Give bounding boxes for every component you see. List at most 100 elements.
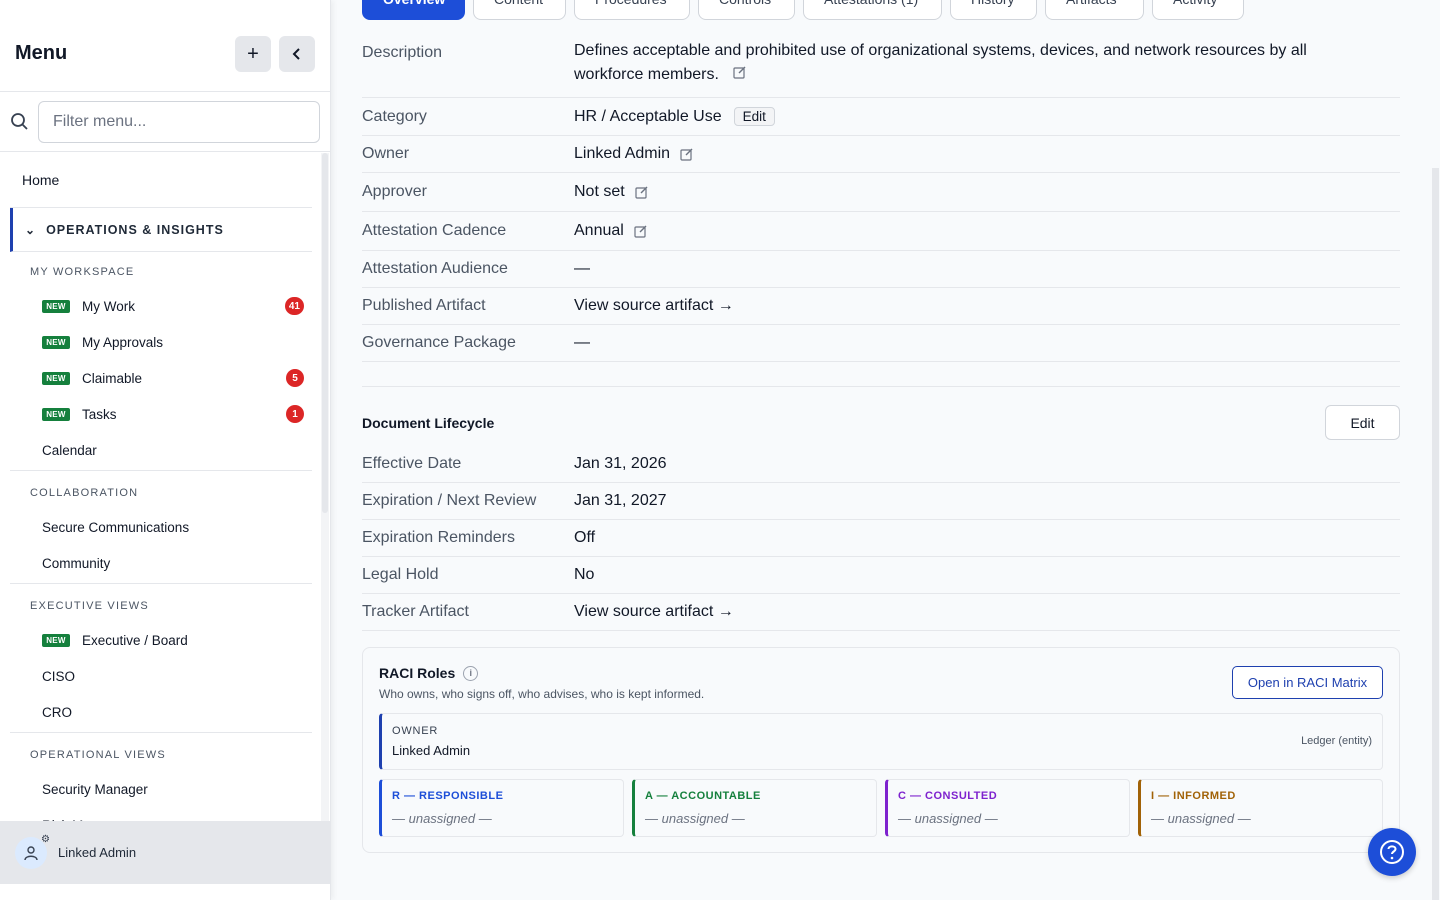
role-value: — unassigned — (645, 811, 745, 826)
tab-artifacts[interactable]: Artifacts (1045, 0, 1144, 20)
role-value: — unassigned — (898, 811, 998, 826)
new-badge: NEW (42, 371, 70, 385)
pencil-square-icon[interactable] (635, 185, 649, 199)
lifecycle-title: Document Lifecycle (362, 414, 495, 431)
detail-label: Approver (362, 183, 427, 200)
detail-row-audience: Attestation Audience — (362, 251, 1400, 288)
description-text: Defines acceptable and prohibited use of… (574, 42, 1307, 83)
details-list: Description Defines acceptable and prohi… (362, 38, 1400, 362)
sidebar-item-home[interactable]: Home (10, 153, 312, 208)
detail-row-published-artifact: Published Artifact View source artifact … (362, 288, 1400, 325)
count-badge: 5 (286, 369, 304, 387)
category-text: HR / Acceptable Use (574, 107, 722, 125)
role-card-informed[interactable]: I — INFORMED — unassigned — (1138, 779, 1383, 837)
divider (10, 583, 312, 584)
detail-value: Jan 31, 2027 (574, 492, 667, 509)
tab-procedures[interactable]: Procedures (574, 0, 690, 20)
info-icon[interactable]: i (463, 665, 479, 681)
new-badge: NEW (42, 633, 70, 647)
published-artifact-link[interactable]: View source artifact → (574, 297, 734, 315)
section-operations-insights[interactable]: ⌄ OPERATIONS & INSIGHTS (10, 208, 312, 252)
divider (10, 470, 312, 471)
lifecycle-row-effective: Effective Date Jan 31, 2026 (362, 446, 1400, 483)
sidebar-item-secure-communications[interactable]: Secure Communications (10, 509, 312, 545)
sidebar-item-community[interactable]: Community (10, 545, 312, 581)
avatar: ⚙ (15, 834, 50, 869)
detail-value: Defines acceptable and prohibited use of… (574, 39, 1374, 87)
sidebar-item-calendar[interactable]: Calendar (10, 432, 312, 468)
role-card-accountable[interactable]: A — ACCOUNTABLE — unassigned — (632, 779, 877, 837)
role-card-responsible[interactable]: R — RESPONSIBLE — unassigned — (379, 779, 624, 837)
add-button[interactable]: + (235, 36, 271, 72)
detail-label: Legal Hold (362, 566, 439, 583)
sidebar-item-label: Executive / Board (82, 632, 188, 648)
detail-value: — (574, 260, 590, 277)
detail-label: Owner (362, 145, 410, 162)
tab-history[interactable]: History (950, 0, 1037, 20)
search-icon (11, 112, 28, 130)
sidebar-item-my-approvals[interactable]: NEW My Approvals (10, 324, 312, 360)
filter-menu-input[interactable] (38, 100, 320, 143)
pencil-square-icon[interactable] (680, 147, 694, 161)
detail-label: Published Artifact (362, 297, 486, 314)
detail-value: Jan 31, 2026 (574, 455, 667, 472)
new-badge: NEW (42, 407, 70, 421)
detail-label: Governance Package (362, 334, 516, 351)
sidebar-item-ciso[interactable]: CISO (10, 658, 312, 694)
detail-row-cadence: Attestation Cadence Annual (362, 212, 1400, 251)
sidebar-item-my-work[interactable]: NEW My Work 41 (10, 288, 312, 324)
detail-value: Annual (574, 222, 648, 240)
owner-card-value: Linked Admin (392, 743, 471, 758)
detail-row-description: Description Defines acceptable and prohi… (362, 38, 1400, 98)
user-icon (24, 845, 38, 860)
sidebar-item-executive-board[interactable]: NEW Executive / Board (10, 622, 312, 658)
tracker-artifact-link[interactable]: View source artifact → (574, 603, 734, 621)
page-scrollbar[interactable] (1432, 168, 1439, 900)
group-collaboration: COLLABORATION (30, 487, 139, 499)
footer-user-name: Linked Admin (58, 845, 137, 860)
tab-controls[interactable]: Controls (698, 0, 795, 20)
role-card-consulted[interactable]: C — CONSULTED — unassigned — (885, 779, 1130, 837)
detail-label: Attestation Cadence (362, 222, 507, 239)
new-badge: NEW (42, 299, 70, 313)
tab-content[interactable]: Content (473, 0, 566, 20)
group-executive-views: EXECUTIVE VIEWS (30, 600, 149, 612)
tab-overview[interactable]: Overview (362, 0, 465, 20)
lifecycle-edit-button[interactable]: Edit (1325, 405, 1400, 440)
detail-row-category: Category HR / Acceptable Use Edit (362, 98, 1400, 136)
role-label: R — RESPONSIBLE (392, 790, 504, 802)
sidebar-item-claimable[interactable]: NEW Claimable 5 (10, 360, 312, 396)
help-button[interactable] (1368, 828, 1416, 876)
role-value: — unassigned — (392, 811, 492, 826)
category-edit-button[interactable]: Edit (733, 107, 775, 126)
sidebar-item-cro[interactable]: CRO (10, 694, 312, 730)
detail-label: Tracker Artifact (362, 603, 469, 620)
sidebar-item-security-manager[interactable]: Security Manager (10, 771, 312, 807)
sidebar-item-tasks[interactable]: NEW Tasks 1 (10, 396, 312, 432)
tab-activity[interactable]: Activity (1152, 0, 1244, 20)
role-label: C — CONSULTED (898, 790, 998, 802)
raci-title: RACI Roles i (379, 665, 479, 681)
role-label: I — INFORMED (1151, 790, 1236, 802)
pencil-square-icon[interactable] (634, 224, 648, 238)
user-footer[interactable]: ⚙ Linked Admin (0, 821, 330, 884)
tab-bar: Overview Content Procedures Controls Att… (362, 0, 1244, 20)
detail-row-governance-package: Governance Package — (362, 325, 1400, 362)
lifecycle-row-legal-hold: Legal Hold No (362, 557, 1400, 594)
open-raci-matrix-button[interactable]: Open in RACI Matrix (1232, 666, 1383, 699)
group-operational-views: OPERATIONAL VIEWS (30, 749, 166, 761)
tab-attestations[interactable]: Attestations (1) (803, 0, 942, 20)
detail-value: Off (574, 529, 596, 546)
role-label: A — ACCOUNTABLE (645, 790, 761, 802)
detail-label: Category (362, 107, 427, 125)
detail-value: Linked Admin (574, 145, 694, 163)
detail-label: Description (362, 44, 443, 61)
detail-value: No (574, 566, 595, 583)
pencil-square-icon[interactable] (733, 65, 747, 79)
sidebar-item-label: My Approvals (82, 334, 164, 350)
sidebar-item-label: My Work (82, 298, 135, 314)
collapse-sidebar-button[interactable] (279, 36, 315, 72)
detail-value: — (574, 334, 590, 351)
sidebar-scrollbar-thumb[interactable] (322, 153, 328, 513)
main-content: Overview Content Procedures Controls Att… (331, 0, 1440, 900)
